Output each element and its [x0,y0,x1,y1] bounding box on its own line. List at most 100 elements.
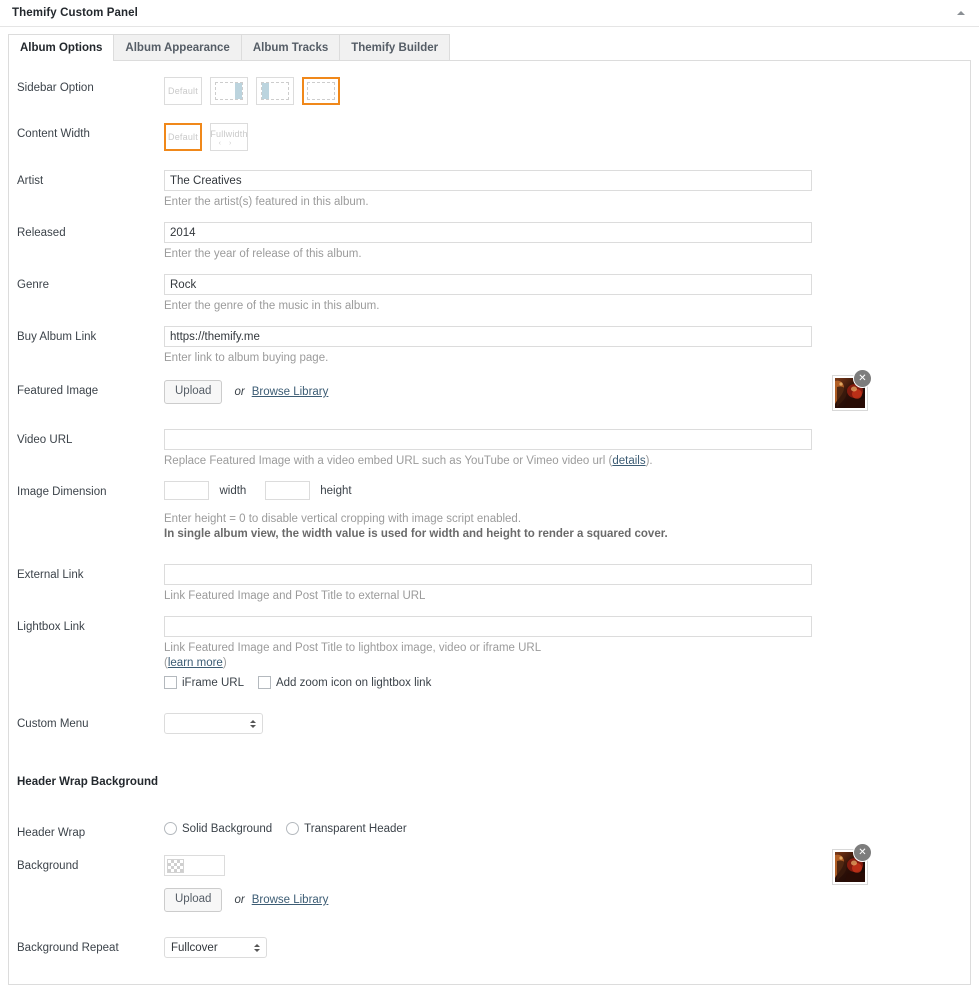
panel-collapse-toggle[interactable] [951,3,971,23]
lightbox-link-input[interactable] [164,616,812,637]
lightbox-checkbox-group: iFrame URL Add zoom icon on lightbox lin… [164,676,970,689]
background-repeat-select[interactable]: Fullcover [164,937,267,958]
transparency-swatch-icon [167,859,184,873]
background-browse-library-link[interactable]: Browse Library [252,894,329,906]
image-height-label: height [320,485,351,497]
field-sidebar-option: Sidebar Option Default [9,61,970,105]
background-or-text: or [234,894,244,906]
field-buy-album-link: Buy Album Link Enter link to album buyin… [9,314,970,366]
background-repeat-value: Fullcover [165,938,266,956]
field-background-repeat: Background Repeat Fullcover [9,912,970,958]
lightbox-learn-more-link[interactable]: learn more [168,657,223,669]
field-custom-menu: Custom Menu [9,689,970,739]
external-link-input[interactable] [164,564,812,585]
content-width-choices: Default Fullwidth ‹› [164,123,970,151]
header-wrap-background-heading: Header Wrap Background [17,771,158,790]
content-width-default[interactable]: Default [164,123,202,151]
external-link-label: External Link [17,564,164,583]
video-url-input[interactable] [164,429,812,450]
image-dimension-label: Image Dimension [17,481,164,500]
panel-header: Themify Custom Panel [0,0,979,27]
buy-album-link-description: Enter link to album buying page. [164,351,970,366]
field-image-dimension: Image Dimension width height Enter heigh… [9,469,970,542]
header-wrap-transparent-radio[interactable] [286,822,299,835]
field-content-width: Content Width Default Fullwidth ‹› [9,105,970,151]
custom-menu-label: Custom Menu [17,713,164,732]
image-width-label: width [219,485,246,497]
artist-input[interactable] [164,170,812,191]
released-description: Enter the year of release of this album. [164,247,970,262]
header-wrap-solid-radio[interactable] [164,822,177,835]
page-title: Themify Custom Panel [12,7,138,19]
tab-bar: Album Options Album Appearance Album Tra… [0,27,979,60]
field-video-url: Video URL Replace Featured Image with a … [9,404,970,469]
image-dimension-description-1: Enter height = 0 to disable vertical cro… [164,512,970,527]
background-repeat-label: Background Repeat [17,937,164,956]
header-wrap-transparent-label: Transparent Header [304,823,407,835]
buy-album-link-input[interactable] [164,326,812,347]
image-width-input[interactable] [164,481,209,500]
field-genre: Genre Enter the genre of the music in th… [9,262,970,314]
field-header-wrap: Header Wrap Solid Background Transparent… [9,790,970,841]
featured-image-or-text: or [234,386,244,398]
tab-themify-builder[interactable]: Themify Builder [339,34,450,61]
featured-image-remove-icon[interactable]: ✕ [853,369,872,388]
field-artist: Artist Enter the artist(s) featured in t… [9,151,970,210]
layout-sidebar-right-icon [215,82,243,100]
sidebar-option-choices: Default [164,77,970,105]
featured-image-upload-button[interactable]: Upload [164,380,222,404]
image-dimension-inputs: width height [164,481,970,500]
themify-custom-panel: Themify Custom Panel Album Options Album… [0,0,979,985]
sidebar-option-sidebar-left[interactable] [256,77,294,105]
external-link-description: Link Featured Image and Post Title to ex… [164,589,970,604]
field-featured-image: Featured Image Upload or Browse Library [9,366,970,404]
background-remove-icon[interactable]: ✕ [853,843,872,862]
genre-input[interactable] [164,274,812,295]
section-header-wrap-background: Header Wrap Background [9,739,970,790]
sidebar-option-no-sidebar[interactable] [302,77,340,105]
video-url-details-link[interactable]: details [612,455,645,467]
caret-up-icon [957,11,965,15]
layout-no-sidebar-icon [307,82,335,100]
custom-menu-select[interactable] [164,713,263,734]
field-lightbox-link: Lightbox Link Link Featured Image and Po… [9,604,970,689]
buy-album-link-label: Buy Album Link [17,326,164,345]
background-color-picker[interactable] [164,855,225,876]
released-input[interactable] [164,222,812,243]
field-external-link: External Link Link Featured Image and Po… [9,542,970,604]
field-released: Released Enter the year of release of th… [9,210,970,262]
tab-album-options[interactable]: Album Options [8,34,114,61]
layout-sidebar-left-icon [261,82,289,100]
content-width-label: Content Width [17,123,164,142]
iframe-url-label: iFrame URL [182,677,244,689]
background-label: Background [17,855,164,874]
chevron-updown-icon [250,720,256,728]
header-wrap-solid-label: Solid Background [182,823,272,835]
background-thumbnail-wrapper: ✕ [832,849,868,885]
fullwidth-arrows-icon: ‹› [211,140,247,147]
background-upload-button[interactable]: Upload [164,888,222,912]
video-url-desc-before: Replace Featured Image with a video embe… [164,455,612,467]
released-label: Released [17,222,164,241]
add-zoom-icon-label: Add zoom icon on lightbox link [276,677,431,689]
header-wrap-label: Header Wrap [17,822,164,841]
artist-label: Artist [17,170,164,189]
content-width-fullwidth[interactable]: Fullwidth ‹› [210,123,248,151]
sidebar-option-sidebar-right[interactable] [210,77,248,105]
iframe-url-checkbox[interactable] [164,676,177,689]
tab-album-appearance[interactable]: Album Appearance [113,34,241,61]
artist-description: Enter the artist(s) featured in this alb… [164,195,970,210]
album-options-panel: Sidebar Option Default [8,60,971,985]
field-background: Background Upload or Browse Library [9,841,970,912]
sidebar-option-default[interactable]: Default [164,77,202,105]
featured-image-browse-library-link[interactable]: Browse Library [252,386,329,398]
add-zoom-icon-checkbox[interactable] [258,676,271,689]
tab-album-tracks[interactable]: Album Tracks [241,34,340,61]
lightbox-link-description-2: (learn more) [164,656,970,671]
video-url-description: Replace Featured Image with a video embe… [164,454,970,469]
video-url-label: Video URL [17,429,164,448]
image-height-input[interactable] [265,481,310,500]
lightbox-link-label: Lightbox Link [17,616,164,635]
custom-menu-value [165,714,262,716]
image-dimension-description-2: In single album view, the width value is… [164,528,668,540]
